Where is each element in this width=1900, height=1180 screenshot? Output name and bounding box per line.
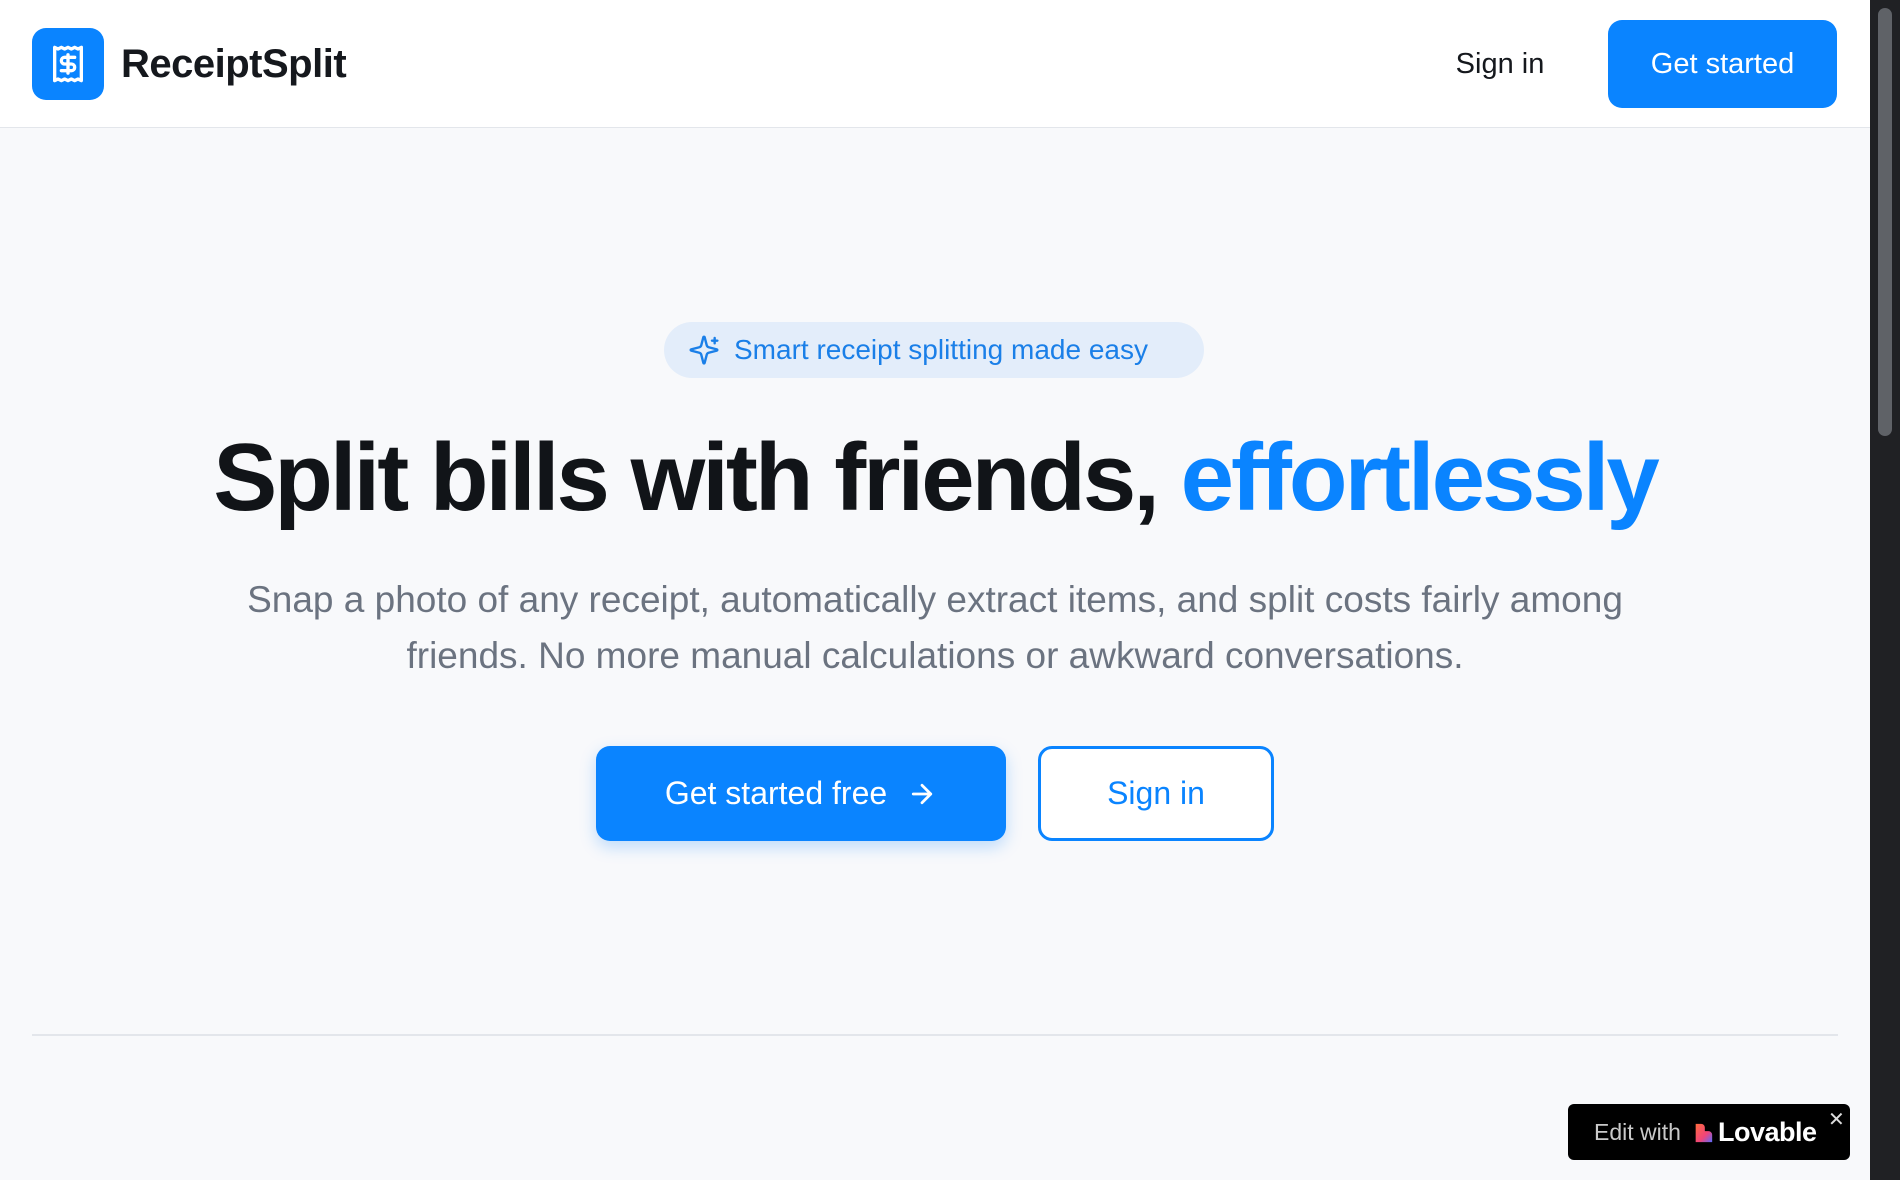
edit-with-lovable-badge[interactable]: Edit with Lovable ✕ [1568, 1104, 1850, 1160]
next-section-heading-peek [780, 1160, 1090, 1180]
lovable-edit-with-text: Edit with [1594, 1119, 1681, 1145]
section-divider [32, 1034, 1838, 1036]
page: ReceiptSplit Sign in Get started Smart r… [0, 0, 1900, 1180]
receipt-dollar-icon[interactable] [32, 28, 104, 100]
hero-badge: Smart receipt splitting made easy [664, 322, 1204, 378]
lovable-brand-text: Lovable [1718, 1117, 1817, 1147]
nav-get-started-button[interactable]: Get started [1608, 20, 1837, 108]
hero-headline-main: Split bills with friends, [213, 424, 1181, 531]
scrollbar-thumb[interactable] [1878, 8, 1892, 436]
hero-badge-text: Smart receipt splitting made easy [734, 334, 1148, 365]
brand-name[interactable]: ReceiptSplit [121, 40, 347, 88]
sparkles-icon [688, 334, 720, 366]
hero-headline-accent: effortlessly [1180, 424, 1660, 531]
get-started-free-label: Get started free [664, 775, 888, 811]
close-icon[interactable]: ✕ [1828, 1110, 1845, 1130]
arrow-right-icon [907, 779, 937, 809]
hero-subtext: Snap a photo of any receipt, automatical… [247, 579, 1623, 676]
hero-headline: Split bills with friends, effortlessly [0, 420, 1870, 536]
hero-sign-in-button[interactable]: Sign in [1038, 746, 1274, 841]
get-started-free-button[interactable]: Get started free [596, 746, 1006, 841]
top-nav-bar: ReceiptSplit Sign in Get started [0, 0, 1870, 128]
nav-sign-in-link[interactable]: Sign in [1440, 40, 1560, 88]
lovable-heart-icon [1692, 1122, 1714, 1149]
page-scrollbar[interactable] [1870, 0, 1900, 1180]
